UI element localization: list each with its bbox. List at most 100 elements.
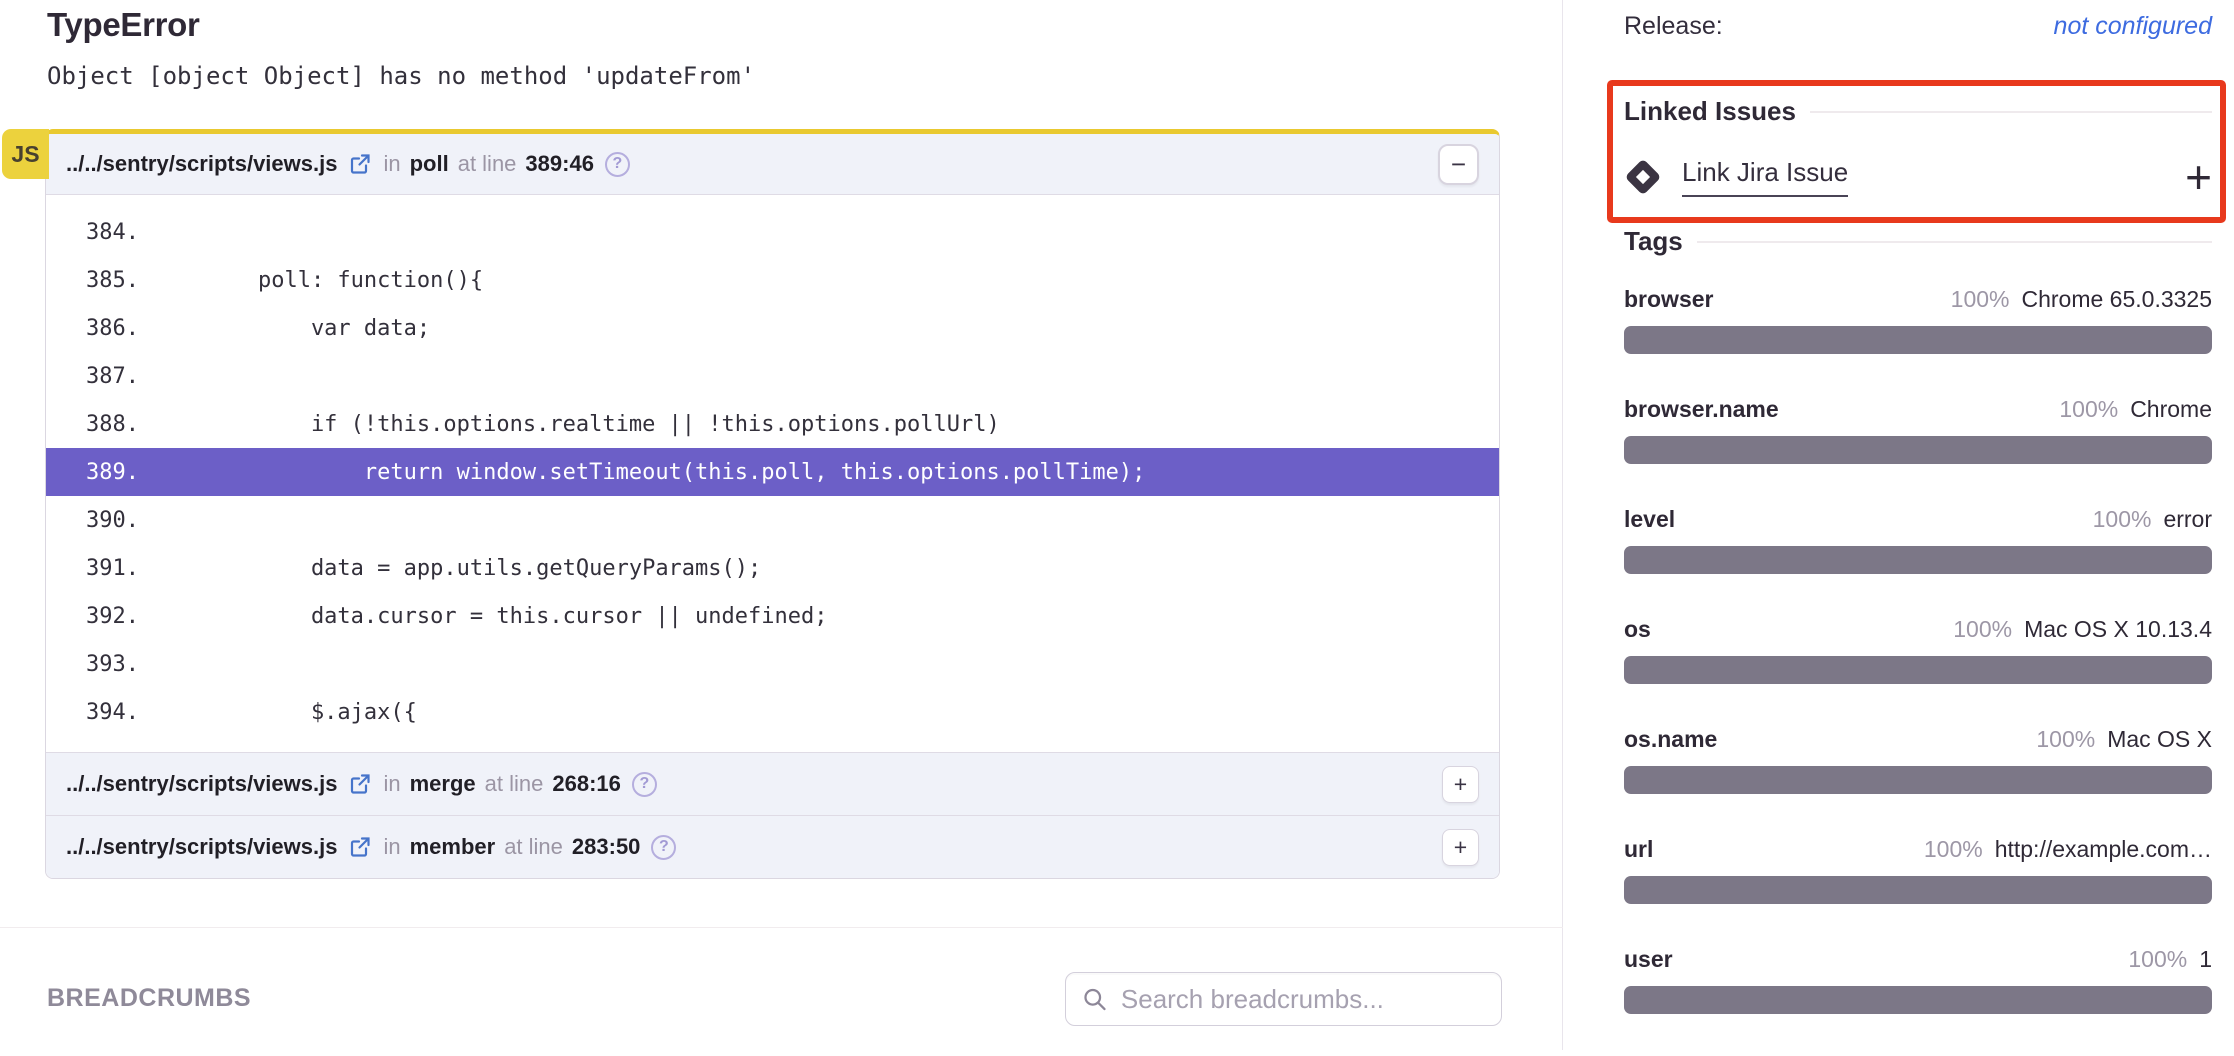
frame-in-label: in (383, 151, 400, 177)
tag-distribution-bar (1624, 546, 2212, 574)
tag-value: http://example.com… (1995, 836, 2212, 863)
tag-row-level: level 100%error (1624, 506, 2212, 616)
help-icon[interactable]: ? (605, 152, 630, 177)
frame-at-line-label: at line (485, 771, 544, 797)
tag-distribution-bar (1624, 436, 2212, 464)
exception-panel: TypeError Object [object Object] has no … (0, 0, 1563, 1050)
collapse-frame-button[interactable]: − (1438, 144, 1479, 185)
code-line: 394. $.ajax({ (46, 688, 1499, 736)
tag-key: os.name (1624, 726, 1717, 753)
help-icon[interactable]: ? (632, 772, 657, 797)
tag-value: 1 (2199, 946, 2212, 973)
tag-value: Chrome (2130, 396, 2212, 423)
tag-stats: 100% 1 (2128, 946, 2212, 973)
code-line-number: 389. (86, 460, 152, 485)
code-line-source: return window.setTimeout(this.poll, this… (152, 460, 1145, 485)
code-line-highlighted: 389. return window.setTimeout(this.poll,… (46, 448, 1499, 496)
code-line: 385. poll: function(){ (46, 256, 1499, 304)
code-line-number: 386. (86, 316, 152, 341)
code-line-number: 385. (86, 268, 152, 293)
tag-stats: 100% Chrome (2059, 396, 2212, 423)
tag-distribution-bar (1624, 876, 2212, 904)
add-linked-issue-button[interactable]: + (2185, 159, 2212, 196)
tag-stats: 100%http://example.com… (1924, 836, 2212, 863)
tag-key: os (1624, 616, 1651, 643)
tag-distribution-bar (1624, 326, 2212, 354)
tag-percent: 100% (2036, 726, 2095, 753)
frame-at-line-label: at line (458, 151, 517, 177)
tag-distribution-bar (1624, 766, 2212, 794)
code-line-source: var data; (152, 316, 430, 341)
breadcrumbs-heading: BREADCRUMBS (47, 984, 251, 1013)
tag-distribution-bar (1624, 656, 2212, 684)
tags-header: Tags (1624, 226, 2212, 257)
code-line-number: 394. (86, 700, 152, 725)
tag-head: browser.name 100% Chrome (1624, 396, 2212, 423)
tag-row-browser: browser 100%Chrome 65.0.3325 (1624, 286, 2212, 396)
tag-value: Chrome 65.0.3325 (2021, 286, 2212, 313)
tag-row-os: os 100% Mac OS X 10.13.4 (1624, 616, 2212, 726)
expand-frame-button[interactable]: + (1442, 829, 1479, 866)
tag-value: Mac OS X 10.13.4 (2024, 616, 2212, 643)
tags-list: browser100%Chrome 65.0.3325browser.name1… (1624, 286, 2212, 1056)
linked-issues-divider (1810, 111, 2212, 113)
frame-filename: ../../sentry/scripts/views.js (66, 771, 337, 797)
linked-issues-title: Linked Issues (1624, 96, 1796, 127)
expand-frame-button[interactable]: + (1442, 766, 1479, 803)
link-jira-issue-row: Link Jira Issue + (1624, 150, 2212, 204)
help-icon[interactable]: ? (651, 835, 676, 860)
section-divider (0, 927, 1563, 928)
code-line-number: 391. (86, 556, 152, 581)
tag-head: level 100%error (1624, 506, 2212, 533)
stack-frame-poll: ../../sentry/scripts/views.jsinpollat li… (46, 134, 1499, 195)
code-line: 388. if (!this.options.realtime || !this… (46, 400, 1499, 448)
external-link-icon[interactable] (348, 772, 372, 796)
release-not-configured-link[interactable]: not configured (2054, 12, 2212, 41)
jira-icon (1624, 158, 1662, 196)
tag-percent: 100% (1953, 616, 2012, 643)
source-code-block: 384.385. poll: function(){386. var data;… (46, 195, 1499, 752)
stack-frame-member: ../../sentry/scripts/views.jsinmemberat … (46, 815, 1499, 878)
code-line-number: 384. (86, 220, 152, 245)
release-row: Release: not configured (1624, 12, 2212, 41)
frame-at-line-label: at line (504, 834, 563, 860)
external-link-icon[interactable] (348, 152, 372, 176)
external-link-icon[interactable] (348, 835, 372, 859)
tag-row-user: user 100% 1 (1624, 946, 2212, 1056)
tag-row-os.name: os.name 100%Mac OS X (1624, 726, 2212, 836)
tag-key: level (1624, 506, 1675, 533)
tag-stats: 100%error (2093, 506, 2212, 533)
breadcrumbs-search-input[interactable] (1119, 983, 1486, 1016)
code-line-source: data = app.utils.getQueryParams(); (152, 556, 761, 581)
platform-badge-js: JS (2, 129, 49, 179)
tag-key: url (1624, 836, 1653, 863)
tag-head: browser 100%Chrome 65.0.3325 (1624, 286, 2212, 313)
tag-key: browser (1624, 286, 1713, 313)
tag-head: url 100%http://example.com… (1624, 836, 2212, 863)
tag-stats: 100% Mac OS X 10.13.4 (1953, 616, 2212, 643)
tags-divider (1697, 241, 2212, 243)
code-line-number: 392. (86, 604, 152, 629)
code-line-number: 388. (86, 412, 152, 437)
frame-in-label: in (383, 834, 400, 860)
code-line-number: 387. (86, 364, 152, 389)
tag-percent: 100% (2128, 946, 2187, 973)
code-line: 391. data = app.utils.getQueryParams(); (46, 544, 1499, 592)
code-line: 386. var data; (46, 304, 1499, 352)
tag-stats: 100%Mac OS X (2036, 726, 2212, 753)
stacktrace-container: JS ../../sentry/scripts/views.jsinpollat… (45, 129, 1500, 879)
frame-in-label: in (383, 771, 400, 797)
tag-stats: 100%Chrome 65.0.3325 (1951, 286, 2212, 313)
frame-function: poll (410, 151, 449, 177)
frame-location: 283:50 (572, 834, 641, 860)
tag-key: user (1624, 946, 1673, 973)
code-line-number: 393. (86, 652, 152, 677)
tag-key: browser.name (1624, 396, 1779, 423)
search-icon (1081, 984, 1108, 1014)
tag-percent: 100% (2059, 396, 2118, 423)
breadcrumbs-search-box[interactable] (1065, 972, 1502, 1026)
code-line: 384. (46, 208, 1499, 256)
link-jira-issue-link[interactable]: Link Jira Issue (1682, 157, 1848, 197)
linked-issues-header: Linked Issues (1624, 96, 2212, 127)
error-message: Object [object Object] has no method 'up… (47, 62, 755, 90)
